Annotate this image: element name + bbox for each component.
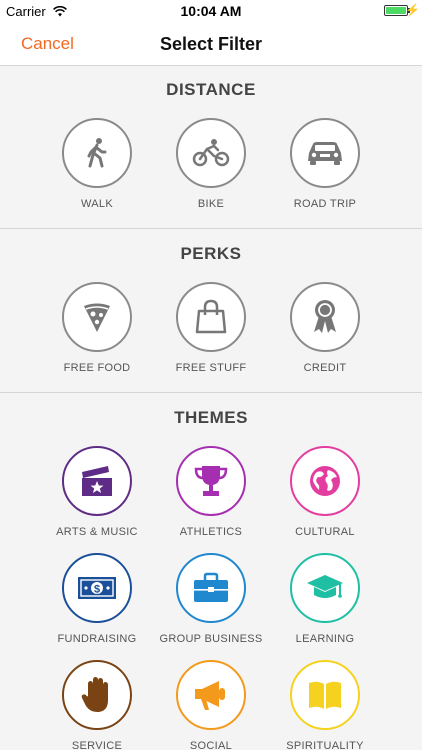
hand-icon xyxy=(62,660,132,730)
filter-label: WALK xyxy=(81,198,113,210)
trophy-icon xyxy=(176,446,246,516)
filter-label: SOCIAL xyxy=(189,740,233,750)
filter-free-food[interactable]: FREE FOOD xyxy=(37,282,157,374)
filter-label: FREE STUFF xyxy=(175,362,247,374)
filter-bike[interactable]: BIKE xyxy=(151,118,271,210)
shopping-bag-icon xyxy=(176,282,246,352)
filter-label: ROAD TRIP xyxy=(293,198,357,210)
filter-free-stuff[interactable]: FREE STUFF xyxy=(151,282,271,374)
filter-credit[interactable]: CREDIT xyxy=(265,282,385,374)
filter-label: SERVICE xyxy=(71,740,123,750)
walk-icon xyxy=(62,118,132,188)
filter-learning[interactable]: LEARNING xyxy=(265,553,385,645)
filter-group-business[interactable]: GROUP BUSINESS xyxy=(151,553,271,645)
filter-label: LEARNING xyxy=(295,633,355,645)
car-icon xyxy=(290,118,360,188)
status-bar: Carrier 10:04 AM ⚡ xyxy=(0,0,422,22)
svg-text:$: $ xyxy=(94,584,100,596)
filter-athletics[interactable]: ATHLETICS xyxy=(151,446,271,538)
section-divider xyxy=(0,392,422,393)
megaphone-icon xyxy=(176,660,246,730)
section-header-themes: THEMES xyxy=(174,408,248,427)
status-time: 10:04 AM xyxy=(180,3,242,19)
filter-label: CULTURAL xyxy=(295,526,355,538)
filter-arts-music[interactable]: ARTS & MUSIC xyxy=(37,446,157,538)
filter-label: FUNDRAISING xyxy=(57,633,137,645)
filter-label: SPIRITUALITY xyxy=(286,740,364,750)
filter-cultural[interactable]: CULTURAL xyxy=(265,446,385,538)
pizza-icon xyxy=(62,282,132,352)
filter-walk[interactable]: WALK xyxy=(37,118,157,210)
filter-spirituality[interactable]: SPIRITUALITY xyxy=(265,660,385,750)
cancel-button[interactable]: Cancel xyxy=(21,34,74,54)
filter-fundraising[interactable]: $ FUNDRAISING xyxy=(37,553,157,645)
book-icon xyxy=(290,660,360,730)
briefcase-icon xyxy=(176,553,246,623)
filter-label: BIKE xyxy=(197,198,225,210)
section-header-distance: DISTANCE xyxy=(166,80,256,99)
filter-label: CREDIT xyxy=(303,362,347,374)
globe-icon xyxy=(290,446,360,516)
filter-road-trip[interactable]: ROAD TRIP xyxy=(265,118,385,210)
charging-icon: ⚡ xyxy=(405,3,420,17)
section-header-perks: PERKS xyxy=(180,244,242,263)
filter-service[interactable]: SERVICE xyxy=(37,660,157,750)
filter-label: GROUP BUSINESS xyxy=(159,633,263,645)
graduation-cap-icon xyxy=(290,553,360,623)
filter-label: FREE FOOD xyxy=(63,362,131,374)
clapperboard-icon xyxy=(62,446,132,516)
section-divider xyxy=(0,228,422,229)
filter-social[interactable]: SOCIAL xyxy=(151,660,271,750)
navigation-bar: Cancel Select Filter xyxy=(0,22,422,66)
filter-label: ATHLETICS xyxy=(179,526,243,538)
award-ribbon-icon xyxy=(290,282,360,352)
money-icon: $ xyxy=(62,553,132,623)
bike-icon xyxy=(176,118,246,188)
filter-label: ARTS & MUSIC xyxy=(56,526,138,538)
